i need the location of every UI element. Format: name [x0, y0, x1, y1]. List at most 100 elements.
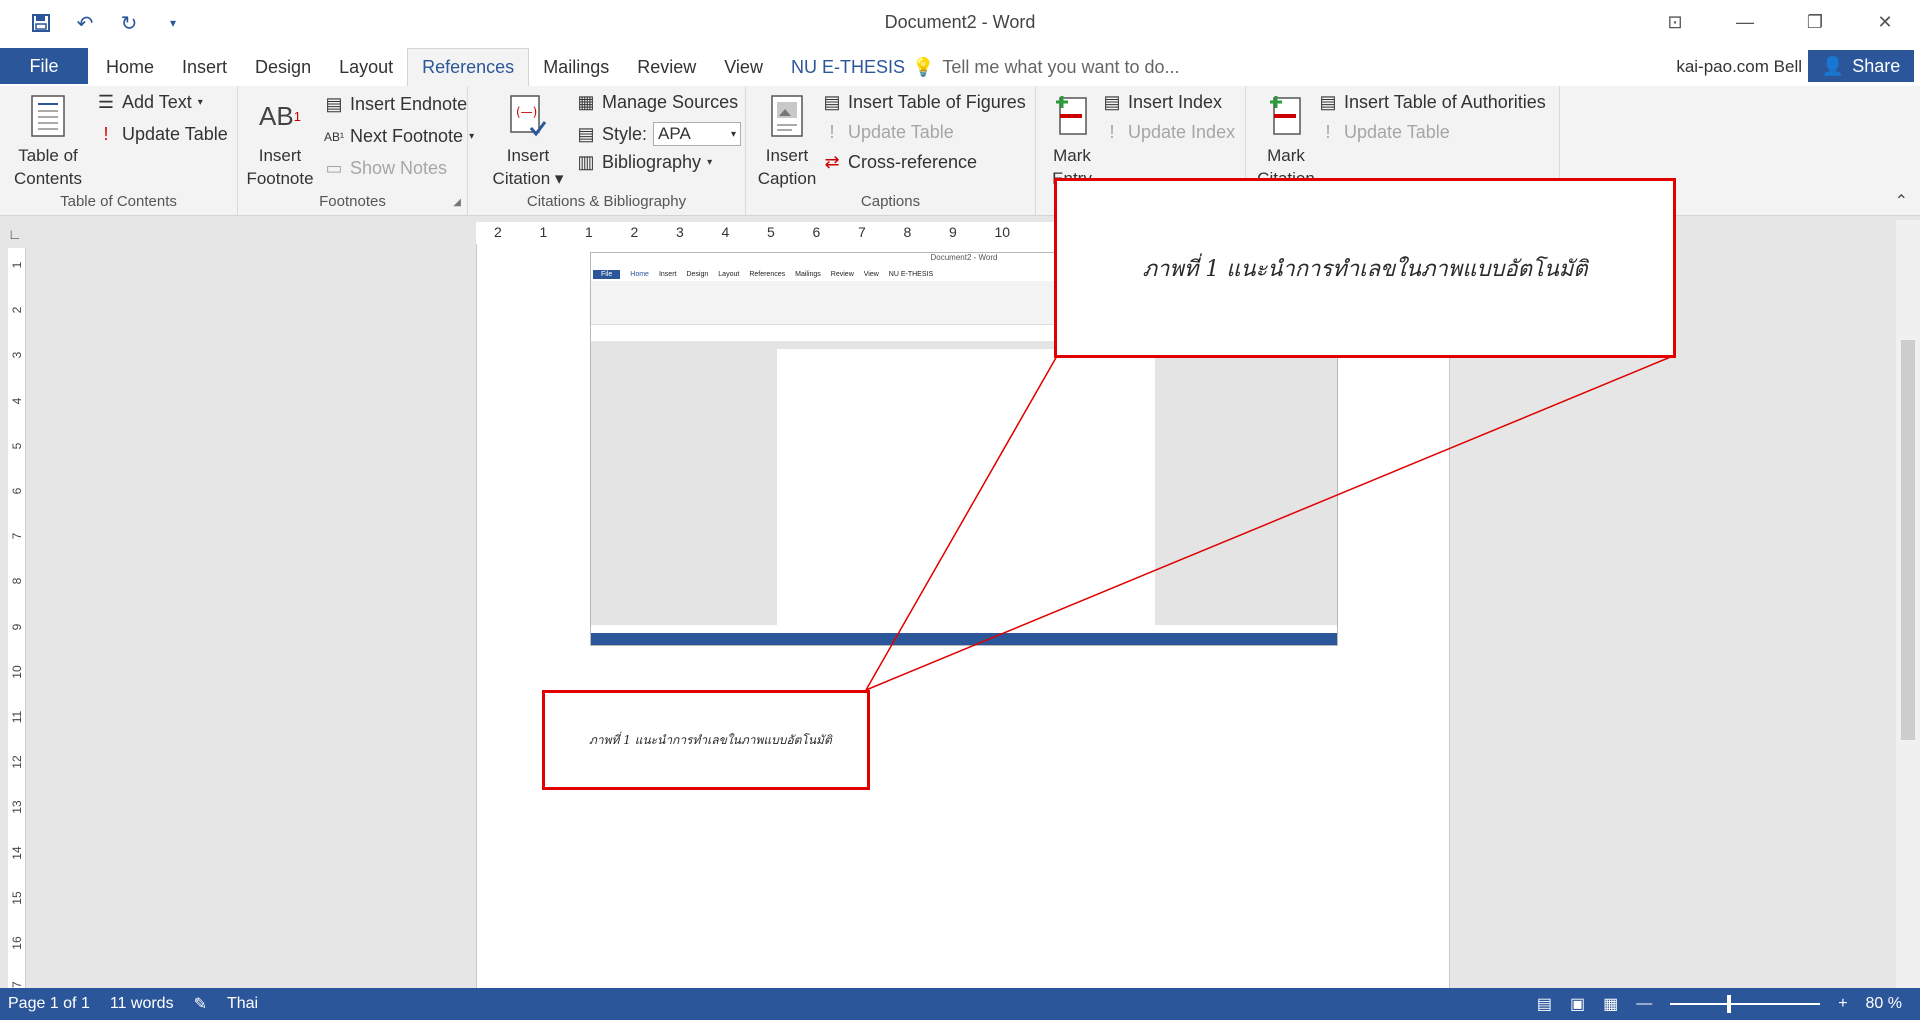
window-controls: ⊡ — ❐ ✕ [1640, 0, 1920, 44]
citation-style-select[interactable]: APA ▾ [653, 122, 742, 146]
mark-citation-icon [1265, 92, 1307, 140]
ruler-mark: 3 [676, 224, 684, 240]
insert-caption-button[interactable]: Insert Caption [754, 92, 820, 190]
collapse-ribbon-icon[interactable]: ⌃ [1895, 191, 1908, 211]
vertical-ruler[interactable]: 1234567891011121314151617 [8, 248, 26, 995]
dialog-launcher-icon[interactable]: ◢ [453, 197, 461, 208]
bibliography-button[interactable]: ▥ Bibliography ▾ [576, 152, 712, 173]
index-icon: ▤ [1103, 92, 1121, 112]
manage-sources-button[interactable]: ▦ Manage Sources [576, 92, 738, 113]
tab-insert[interactable]: Insert [168, 48, 241, 86]
tab-home[interactable]: Home [92, 48, 168, 86]
ruler-mark: 9 [949, 224, 957, 240]
scrollbar-thumb[interactable] [1901, 340, 1915, 740]
read-mode-icon[interactable]: ▤ [1537, 994, 1552, 1014]
update-table-button[interactable]: ! Update Table [96, 124, 227, 145]
tab-layout[interactable]: Layout [325, 48, 407, 86]
mini-tab: Home [630, 270, 649, 278]
web-layout-icon[interactable]: ▦ [1603, 994, 1618, 1014]
tab-review[interactable]: Review [623, 48, 710, 86]
close-icon[interactable]: ✕ [1850, 0, 1920, 44]
show-notes-label: Show Notes [350, 158, 448, 178]
insert-index-button[interactable]: ▤ Insert Index [1102, 92, 1222, 113]
ruler-mark: 9 [10, 623, 24, 630]
user-name[interactable]: kai-pao.com Bell [1676, 48, 1802, 86]
add-text-button[interactable]: ☰ Add Text ▾ [96, 92, 203, 113]
language-indicator[interactable]: Thai [227, 995, 258, 1013]
update-index-button[interactable]: ! Update Index [1102, 122, 1235, 143]
tab-selector-icon[interactable]: ∟ [8, 226, 26, 244]
mini-page [777, 349, 1155, 625]
figure-caption-text[interactable]: ภาพที่ 1 แนะนำการทำเลขในภาพแบบอัตโนมัติ [589, 731, 832, 750]
share-label: Share [1852, 55, 1901, 76]
update-table-captions-button[interactable]: ! Update Table [822, 122, 953, 143]
insert-footnote-line2: Footnote [246, 169, 314, 188]
manage-sources-icon: ▦ [577, 92, 595, 112]
mark-citation-button[interactable]: Mark Citation [1250, 92, 1322, 190]
insert-citation-button[interactable]: (—) Insert Citation ▾ [492, 92, 564, 190]
vertical-scrollbar[interactable] [1896, 220, 1920, 988]
citation-style-control: ▤ Style: APA ▾ [576, 122, 742, 146]
show-notes-button[interactable]: ▭ Show Notes [324, 158, 447, 179]
share-button[interactable]: 👤 Share [1808, 50, 1914, 82]
tab-view[interactable]: View [710, 48, 777, 86]
group-table-of-contents: Table of Contents ☰ Add Text ▾ ! Update … [0, 86, 238, 216]
restore-icon[interactable]: ❐ [1780, 0, 1850, 44]
word-count[interactable]: 11 words [110, 995, 174, 1013]
zoom-out-icon[interactable]: — [1636, 995, 1652, 1013]
ruler-mark: 7 [10, 532, 24, 540]
group-label-toc: Table of Contents [60, 193, 177, 210]
update-index-label: Update Index [1128, 122, 1236, 142]
update-table-authorities-button[interactable]: ! Update Table [1318, 122, 1449, 143]
tab-nu-e-thesis[interactable]: NU E-THESIS [777, 48, 919, 86]
next-footnote-button[interactable]: AB¹ Next Footnote ▾ [324, 126, 474, 147]
table-of-authorities-icon: ▤ [1319, 92, 1337, 112]
insert-table-of-figures-button[interactable]: ▤ Insert Table of Figures [822, 92, 1025, 113]
update-table-icon: ! [829, 122, 835, 142]
group-label-footnotes: Footnotes [319, 193, 386, 210]
mini-tab: References [749, 270, 786, 278]
tab-design[interactable]: Design [241, 48, 325, 86]
zoom-level[interactable]: 80 % [1866, 995, 1902, 1013]
ruler-mark: 5 [767, 224, 775, 240]
ruler-mark: 1 [585, 224, 593, 240]
print-layout-icon[interactable]: ▣ [1570, 994, 1585, 1014]
table-of-contents-button[interactable]: Table of Contents [8, 92, 88, 190]
proofing-icon[interactable]: ✎ [194, 994, 207, 1014]
ruler-mark: 7 [858, 224, 866, 240]
zoom-slider[interactable] [1670, 995, 1821, 1013]
insert-citation-line1: Insert [506, 146, 550, 165]
tab-references[interactable]: References [407, 48, 530, 86]
cross-reference-button[interactable]: ⇄ Cross-reference [822, 152, 977, 173]
tab-file[interactable]: File [0, 48, 88, 84]
next-footnote-label: Next Footnote [350, 126, 464, 146]
style-label: Style: [602, 123, 648, 144]
tell-me-search[interactable]: 💡 Tell me what you want to do... [912, 48, 1180, 86]
dropdown-arrow-icon: ▾ [707, 157, 713, 168]
table-of-figures-icon: ▤ [823, 92, 841, 112]
redo-icon[interactable]: ↻ [114, 8, 144, 38]
save-icon[interactable] [26, 8, 56, 38]
status-left: Page 1 of 1 11 words ✎ Thai [8, 988, 258, 1020]
quick-access-toolbar: ↶ ↻ ▾ [26, 8, 188, 38]
citation-icon: (—) [507, 92, 549, 140]
insert-footnote-button[interactable]: AB 1 Insert Footnote [246, 92, 314, 190]
insert-table-of-authorities-button[interactable]: ▤ Insert Table of Authorities [1318, 92, 1545, 113]
ribbon-display-icon[interactable]: ⊡ [1640, 0, 1710, 44]
mini-tab: Layout [718, 270, 740, 278]
mark-entry-button[interactable]: Mark Entry [1040, 92, 1104, 190]
minimize-icon[interactable]: — [1710, 0, 1780, 44]
customize-icon[interactable]: ▾ [158, 8, 188, 38]
tab-mailings[interactable]: Mailings [529, 48, 623, 86]
zoom-slider-knob[interactable] [1726, 995, 1731, 1013]
group-label-captions: Captions [860, 193, 921, 210]
page-count[interactable]: Page 1 of 1 [8, 995, 90, 1013]
zoom-in-icon[interactable]: + [1838, 995, 1847, 1013]
caption-callout[interactable]: ภาพที่ 1 แนะนำการทำเลขในภาพแบบอัตโนมัติ [542, 690, 870, 790]
insert-endnote-button[interactable]: ▤ Insert Endnote [324, 94, 467, 115]
status-right: ▤ ▣ ▦ — + 80 % [1537, 988, 1902, 1020]
ruler-mark: 3 [10, 352, 24, 359]
undo-icon[interactable]: ↶ [70, 8, 100, 38]
zoomed-caption-text: ภาพที่ 1 แนะนำการทำเลขในภาพแบบอัตโนมัติ [1142, 256, 1588, 282]
title-bar: ↶ ↻ ▾ Document2 - Word ⊡ — ❐ ✕ [0, 0, 1920, 48]
